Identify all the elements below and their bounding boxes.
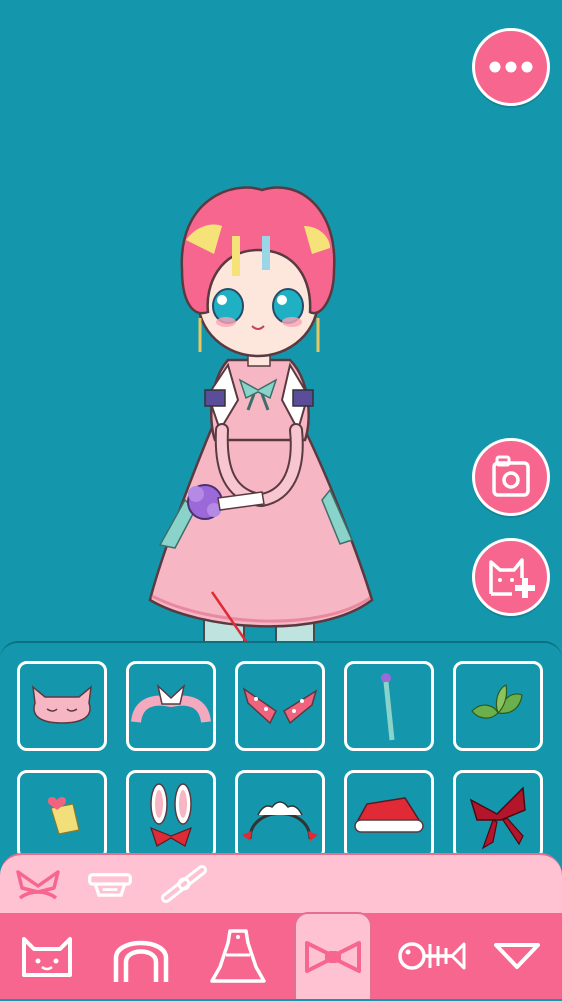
character-illustration xyxy=(148,186,374,818)
subtab-headband[interactable] xyxy=(14,862,62,906)
pink-ribbon-bow-icon xyxy=(131,683,211,723)
cat-face-icon xyxy=(22,937,72,977)
heart-hairclip-icon xyxy=(47,797,80,835)
hair-icon xyxy=(113,940,169,982)
headband-bow-icon xyxy=(16,870,60,900)
tab-hair[interactable] xyxy=(96,913,186,999)
tab-extras[interactable] xyxy=(386,913,476,999)
subtab-hat[interactable] xyxy=(86,862,134,906)
item-bunny-ears[interactable] xyxy=(126,770,216,860)
item-green-leaf[interactable] xyxy=(453,661,543,751)
tab-more[interactable] xyxy=(472,913,562,999)
item-maid-headband[interactable] xyxy=(235,770,325,860)
add-character-button[interactable] xyxy=(472,538,550,616)
tab-dress[interactable] xyxy=(193,913,283,999)
maid-headband-icon xyxy=(242,801,318,841)
more-options-button[interactable] xyxy=(472,28,550,106)
bow-icon xyxy=(305,940,361,973)
dress-icon xyxy=(210,929,266,983)
tab-face[interactable] xyxy=(2,913,92,999)
subcategory-bar xyxy=(0,853,562,920)
subtab-hairclip[interactable] xyxy=(160,862,208,906)
item-santa-hat[interactable] xyxy=(344,770,434,860)
camera-button[interactable] xyxy=(472,438,550,516)
item-heart-hairclip[interactable] xyxy=(17,770,107,860)
hairclip-icon xyxy=(161,865,207,903)
ellipsis-icon xyxy=(489,61,533,73)
santa-hat-icon xyxy=(354,797,424,833)
camera-icon xyxy=(492,455,530,497)
item-red-bow[interactable] xyxy=(453,770,543,860)
item-sleep-mask[interactable] xyxy=(17,661,107,751)
flower-hairpin-icon xyxy=(381,673,395,741)
cat-plus-icon xyxy=(489,558,535,598)
red-ribbon-bow-icon xyxy=(469,786,526,850)
bunny-ears-bow-icon xyxy=(150,783,192,847)
polka-dot-bandana-icon xyxy=(242,687,318,725)
item-flower-hairpin[interactable] xyxy=(344,661,434,751)
more-triangle-icon xyxy=(494,943,540,969)
character-stage xyxy=(0,0,562,818)
hat-icon xyxy=(88,873,132,897)
tab-accessories[interactable] xyxy=(294,912,372,999)
fish-bone-icon xyxy=(398,942,466,970)
sleep-mask-cat-ears-icon xyxy=(32,685,92,724)
green-leaf-icon xyxy=(471,684,523,719)
item-polka-bandana[interactable] xyxy=(235,661,325,751)
item-pink-ribbon[interactable] xyxy=(126,661,216,751)
